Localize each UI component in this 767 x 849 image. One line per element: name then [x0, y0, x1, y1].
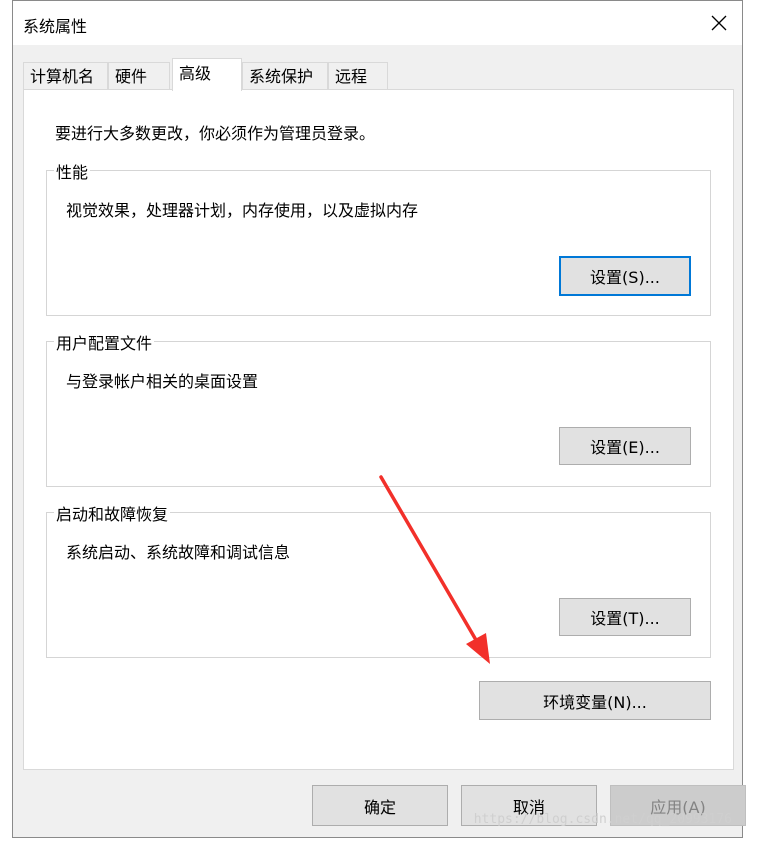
tab-advanced[interactable]: 高级 — [172, 58, 242, 91]
advanced-panel: 要进行大多数更改，你必须作为管理员登录。 性能 视觉效果，处理器计划，内存使用，… — [23, 89, 734, 770]
tab-system-protection[interactable]: 系统保护 — [242, 62, 328, 90]
system-properties-dialog: 系统属性 计算机名 硬件 高级 系统保护 远程 要进行大多数更改，你必须作为管理… — [12, 0, 746, 838]
user-profiles-group-title: 用户配置文件 — [54, 330, 155, 354]
performance-settings-button[interactable]: 设置(S)... — [559, 256, 691, 296]
watermark: https://blog.csdn.net/qq_20993176 — [473, 812, 732, 827]
tab-remote[interactable]: 远程 — [328, 62, 388, 90]
environment-variables-button[interactable]: 环境变量(N)... — [479, 681, 711, 720]
tab-hardware[interactable]: 硬件 — [108, 62, 170, 90]
background-app-right — [744, 0, 767, 849]
title-bar: 系统属性 — [13, 1, 742, 45]
startup-recovery-description: 系统启动、系统故障和调试信息 — [66, 543, 291, 562]
ok-button[interactable]: 确定 — [312, 785, 448, 826]
startup-recovery-group: 启动和故障恢复 系统启动、系统故障和调试信息 设置(T)... — [46, 501, 711, 658]
startup-recovery-settings-button[interactable]: 设置(T)... — [559, 598, 691, 636]
startup-recovery-group-title: 启动和故障恢复 — [54, 501, 171, 525]
performance-group-title: 性能 — [54, 159, 91, 183]
window-title: 系统属性 — [23, 17, 88, 36]
close-icon — [711, 15, 727, 31]
admin-notice: 要进行大多数更改，你必须作为管理员登录。 — [55, 124, 376, 143]
user-profiles-settings-button[interactable]: 设置(E)... — [559, 427, 691, 465]
user-profiles-group: 用户配置文件 与登录帐户相关的桌面设置 设置(E)... — [46, 330, 711, 487]
performance-description: 视觉效果，处理器计划，内存使用，以及虚拟内存 — [66, 201, 419, 220]
tab-computer-name[interactable]: 计算机名 — [23, 62, 108, 90]
user-profiles-description: 与登录帐户相关的桌面设置 — [66, 372, 259, 391]
background-app-left — [0, 0, 12, 849]
close-button[interactable] — [696, 1, 742, 45]
performance-group: 性能 视觉效果，处理器计划，内存使用，以及虚拟内存 设置(S)... — [46, 159, 711, 316]
